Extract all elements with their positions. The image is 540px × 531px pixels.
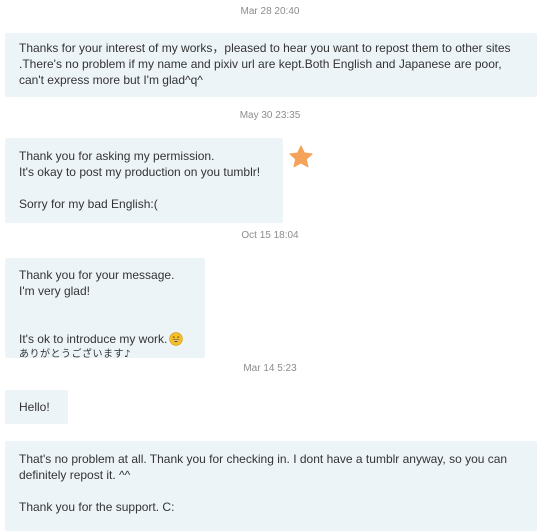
message-bubble: Thank you for asking my permission. It's… bbox=[5, 138, 283, 223]
message-timestamp: Oct 15 18:04 bbox=[241, 230, 299, 241]
message-bubble: Thank you for your message. I'm very gla… bbox=[5, 258, 205, 360]
message-text: Sorry for my bad English:( bbox=[19, 197, 158, 211]
message-text: Thank you for the support. C: bbox=[19, 500, 175, 514]
message-text: It's okay to post my production on you t… bbox=[19, 165, 261, 179]
message-text: Thank you for your message. bbox=[19, 268, 175, 282]
message-text: Hello! bbox=[19, 400, 50, 414]
message-bubble: That's no problem at all. Thank you for … bbox=[5, 441, 537, 531]
message-timestamp: May 30 23:35 bbox=[239, 110, 301, 121]
message-text: Thanks for your interest of my works，ple… bbox=[19, 41, 511, 87]
message-text: I'm very glad! bbox=[19, 284, 90, 298]
message-bubble: Hello! bbox=[5, 390, 68, 424]
grinning-face-emoji-icon bbox=[169, 332, 184, 346]
message-timestamp: Mar 28 20:40 bbox=[240, 6, 300, 17]
message-text: It's ok to introduce my work. bbox=[19, 315, 191, 347]
message-bubble: Thanks for your interest of my works，ple… bbox=[5, 33, 537, 97]
message-timestamp: Mar 14 5:23 bbox=[243, 363, 297, 374]
message-text: ありがとうございます♪ bbox=[19, 349, 131, 360]
message-text: Thank you for asking my permission. bbox=[19, 149, 215, 163]
message-text-inline: It's ok to introduce my work. bbox=[19, 332, 168, 346]
message-text: That's no problem at all. Thank you for … bbox=[19, 452, 508, 482]
star-icon[interactable] bbox=[288, 144, 314, 170]
